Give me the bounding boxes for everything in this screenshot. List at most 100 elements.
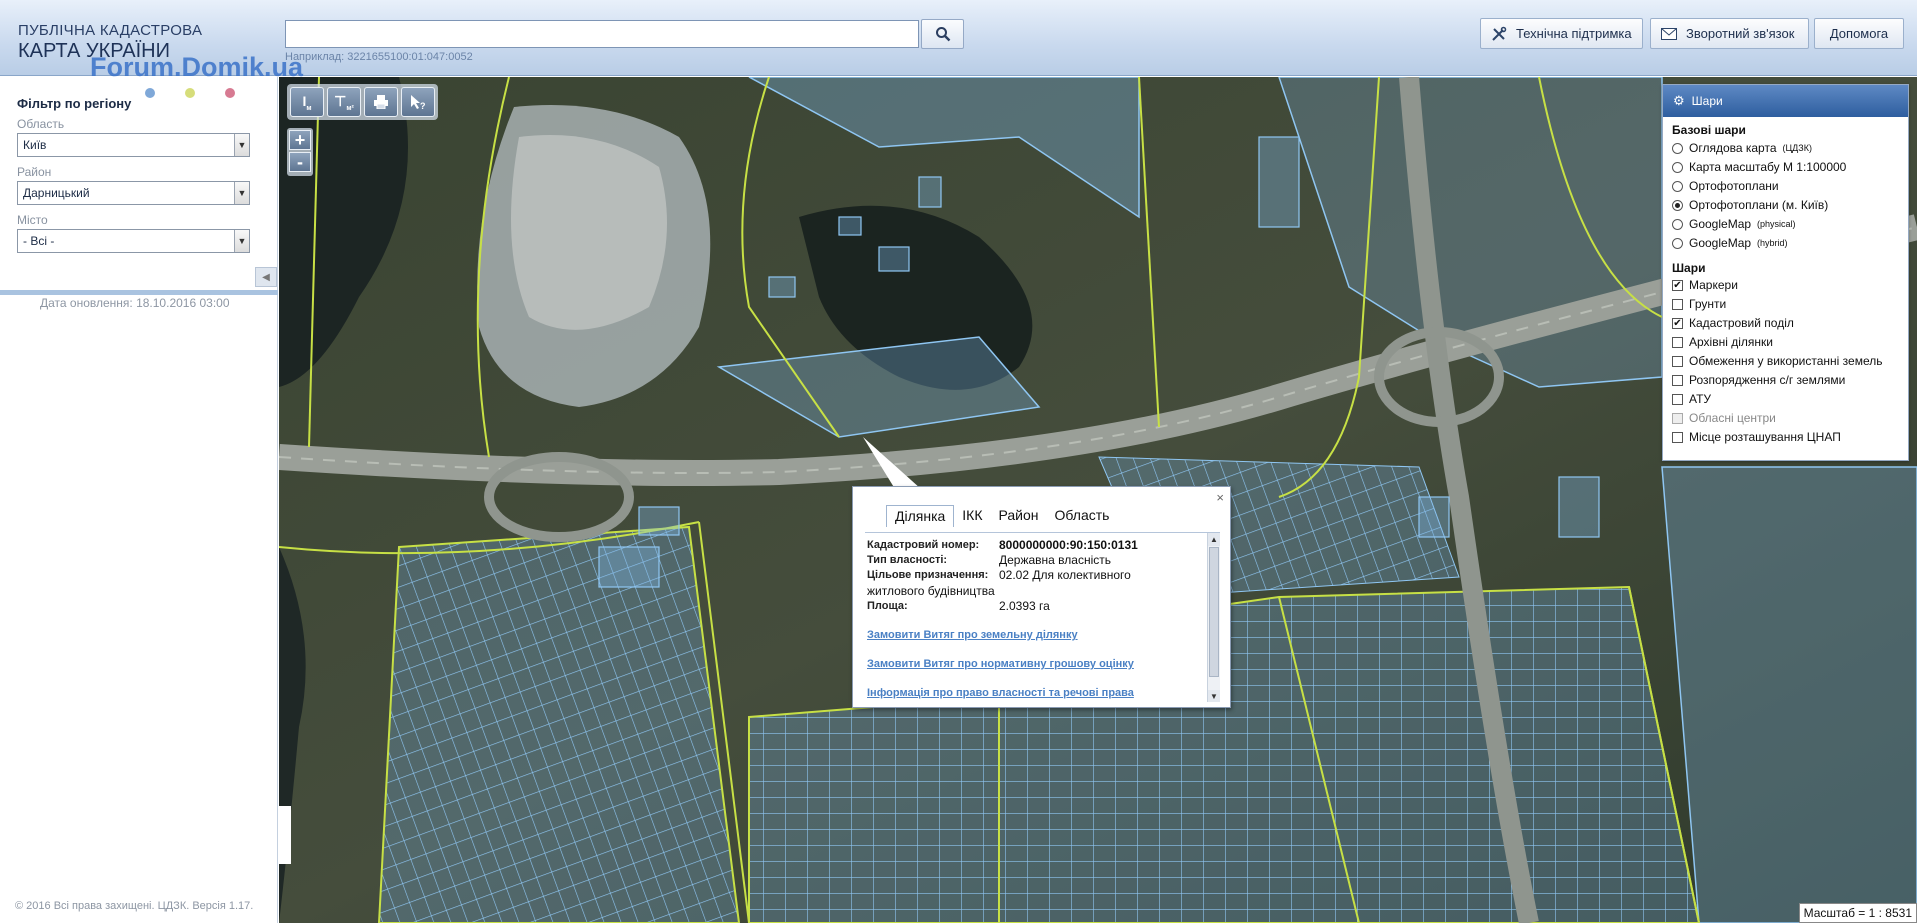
measure-area-button[interactable]: ⊤м² bbox=[327, 87, 361, 117]
oblast-value: Київ bbox=[23, 138, 47, 152]
oblast-label: Область bbox=[17, 117, 65, 131]
feedback-button[interactable]: Зворотний зв'язок bbox=[1650, 18, 1809, 49]
pink-dot-icon[interactable] bbox=[225, 88, 235, 98]
checkbox[interactable] bbox=[1672, 374, 1683, 386]
overlay-layer-option[interactable]: АТУ bbox=[1672, 392, 1711, 406]
radio-button[interactable] bbox=[1672, 199, 1683, 211]
base-layer-option[interactable]: Ортофотоплани bbox=[1672, 179, 1779, 193]
overlay-layers-title: Шари bbox=[1672, 261, 1706, 275]
field-key: Площа: bbox=[867, 600, 908, 612]
overlay-layer-option[interactable]: Розпорядження с/г землями bbox=[1672, 373, 1845, 387]
overlay-layer-label: Обласні центри bbox=[1689, 411, 1776, 425]
radio-button[interactable] bbox=[1672, 180, 1683, 192]
checkbox[interactable] bbox=[1672, 355, 1683, 367]
overlay-layer-option[interactable]: Грунти bbox=[1672, 297, 1726, 311]
checkbox[interactable]: ✔ bbox=[1672, 279, 1683, 291]
area-ruler-icon: ⊤м² bbox=[334, 92, 354, 112]
misto-label: Місто bbox=[17, 213, 48, 227]
checkbox bbox=[1672, 412, 1683, 424]
search-input[interactable] bbox=[285, 20, 919, 48]
base-layer-label: Оглядова карта bbox=[1689, 141, 1777, 155]
zoom-control: + - bbox=[287, 128, 313, 176]
misto-select[interactable]: - Всі - ▼ bbox=[17, 229, 250, 253]
overlay-layer-label: Розпорядження с/г землями bbox=[1689, 373, 1846, 387]
parcel-popup: × Ділянка ІКК Район Область Кадастровий … bbox=[852, 486, 1231, 708]
purpose-value: 02.02 Для колективного bbox=[999, 568, 1131, 582]
checkbox[interactable]: ✔ bbox=[1672, 317, 1683, 329]
field-key: Цільове призначення: bbox=[867, 569, 989, 581]
svg-text:?: ? bbox=[420, 101, 426, 110]
radio-button[interactable] bbox=[1672, 142, 1683, 154]
support-button[interactable]: Технічна підтримка bbox=[1480, 18, 1643, 49]
base-layer-label: Карта масштабу М 1:100000 bbox=[1689, 160, 1847, 174]
base-layer-option[interactable]: Карта масштабу М 1:100000 bbox=[1672, 160, 1846, 174]
envelope-icon bbox=[1661, 27, 1677, 40]
tools-icon bbox=[1492, 26, 1507, 41]
overlay-layer-option[interactable]: ✔ Маркери bbox=[1672, 278, 1738, 292]
header: ПУБЛІЧНА КАДАСТРОВА КАРТА УКРАЇНИ Forum.… bbox=[0, 0, 1917, 82]
help-button[interactable]: Допомога bbox=[1814, 18, 1904, 49]
order-valuation-link[interactable]: Замовити Витяг про нормативну грошову оц… bbox=[867, 658, 1134, 670]
checkbox[interactable] bbox=[1672, 298, 1683, 310]
ownership-info-link[interactable]: Інформація про право власності та речові… bbox=[867, 687, 1134, 699]
order-extract-link[interactable]: Замовити Витяг про земельну ділянку bbox=[867, 629, 1078, 641]
overlay-layer-label: Місце розташування ЦНАП bbox=[1689, 430, 1841, 444]
base-layer-sup: (physical) bbox=[1757, 219, 1796, 229]
radio-button[interactable] bbox=[1672, 161, 1683, 173]
gear-icon: ⚙ bbox=[1673, 93, 1685, 108]
raion-select[interactable]: Дарницький ▼ bbox=[17, 181, 250, 205]
collapse-sidebar-button[interactable]: ◀ bbox=[255, 267, 277, 287]
close-icon[interactable]: × bbox=[1216, 490, 1224, 505]
overlay-layer-option[interactable]: Архівні ділянки bbox=[1672, 335, 1773, 349]
scroll-down-icon[interactable]: ▼ bbox=[1208, 690, 1220, 702]
overlay-layer-option[interactable]: Обмеження у використанні земель bbox=[1672, 354, 1882, 368]
blue-dot-icon[interactable] bbox=[145, 88, 155, 98]
base-layer-option[interactable]: GoogleMap (physical) bbox=[1672, 217, 1796, 231]
search-hint: Наприклад: 3221655100:01:047:0052 bbox=[285, 51, 473, 63]
radio-button[interactable] bbox=[1672, 237, 1683, 249]
support-label: Технічна підтримка bbox=[1516, 26, 1632, 41]
purpose-value-cont: житлового будівництва bbox=[867, 584, 995, 598]
print-button[interactable] bbox=[364, 87, 398, 117]
yellow-dot-icon[interactable] bbox=[185, 88, 195, 98]
dropdown-arrow-icon: ▼ bbox=[234, 134, 249, 156]
dropdown-arrow-icon: ▼ bbox=[234, 230, 249, 252]
tab-dilianka[interactable]: Ділянка bbox=[886, 505, 955, 527]
overlay-layer-label: Маркери bbox=[1689, 278, 1738, 292]
overlay-layer-option[interactable]: ✔ Кадастровий поділ bbox=[1672, 316, 1794, 330]
measure-distance-button[interactable]: Iм bbox=[290, 87, 324, 117]
tab-ikk[interactable]: ІКК bbox=[954, 505, 990, 527]
overlay-layer-option: Обласні центри bbox=[1672, 411, 1776, 425]
radio-button[interactable] bbox=[1672, 218, 1683, 230]
dropdown-arrow-icon: ▼ bbox=[234, 182, 249, 204]
popup-scrollbar[interactable]: ▲ ▼ bbox=[1207, 533, 1220, 702]
overlay-layer-label: АТУ bbox=[1689, 392, 1712, 406]
checkbox[interactable] bbox=[1672, 431, 1683, 443]
base-layer-label: GoogleMap bbox=[1689, 217, 1752, 231]
scroll-up-icon[interactable]: ▲ bbox=[1208, 533, 1220, 546]
cursor-question-icon: ? bbox=[411, 95, 426, 110]
search-button[interactable] bbox=[921, 19, 964, 49]
raion-value: Дарницький bbox=[23, 186, 90, 200]
map-edge bbox=[279, 806, 291, 864]
tab-raion[interactable]: Район bbox=[991, 505, 1047, 527]
checkbox[interactable] bbox=[1672, 336, 1683, 348]
tab-oblast[interactable]: Область bbox=[1047, 505, 1118, 527]
update-date: Дата оновлення: 18.10.2016 03:00 bbox=[40, 296, 230, 310]
base-layer-sup: (hybrid) bbox=[1757, 238, 1788, 248]
layers-header[interactable]: ⚙ Шари bbox=[1663, 85, 1908, 117]
checkbox[interactable] bbox=[1672, 393, 1683, 405]
base-layer-option[interactable]: GoogleMap (hybrid) bbox=[1672, 236, 1788, 250]
layers-panel: ⚙ Шари Базові шари Оглядова карта (ЦДЗК) К… bbox=[1662, 84, 1909, 461]
zoom-in-button[interactable]: + bbox=[289, 130, 311, 150]
oblast-select[interactable]: Київ ▼ bbox=[17, 133, 250, 157]
base-layer-option[interactable]: Ортофотоплани (м. Київ) bbox=[1672, 198, 1828, 212]
zoom-out-button[interactable]: - bbox=[289, 152, 311, 172]
search-icon bbox=[935, 27, 950, 42]
overlay-layer-option[interactable]: Місце розташування ЦНАП bbox=[1672, 430, 1841, 444]
scroll-thumb[interactable] bbox=[1209, 547, 1219, 677]
identify-button[interactable]: ? bbox=[401, 87, 435, 117]
base-layer-option[interactable]: Оглядова карта (ЦДЗК) bbox=[1672, 141, 1812, 155]
map-view[interactable]: Iм ⊤м² ? + - ⚙ Шари Базові шари Оглядова… bbox=[279, 77, 1917, 923]
base-layer-sup: (ЦДЗК) bbox=[1782, 143, 1812, 153]
